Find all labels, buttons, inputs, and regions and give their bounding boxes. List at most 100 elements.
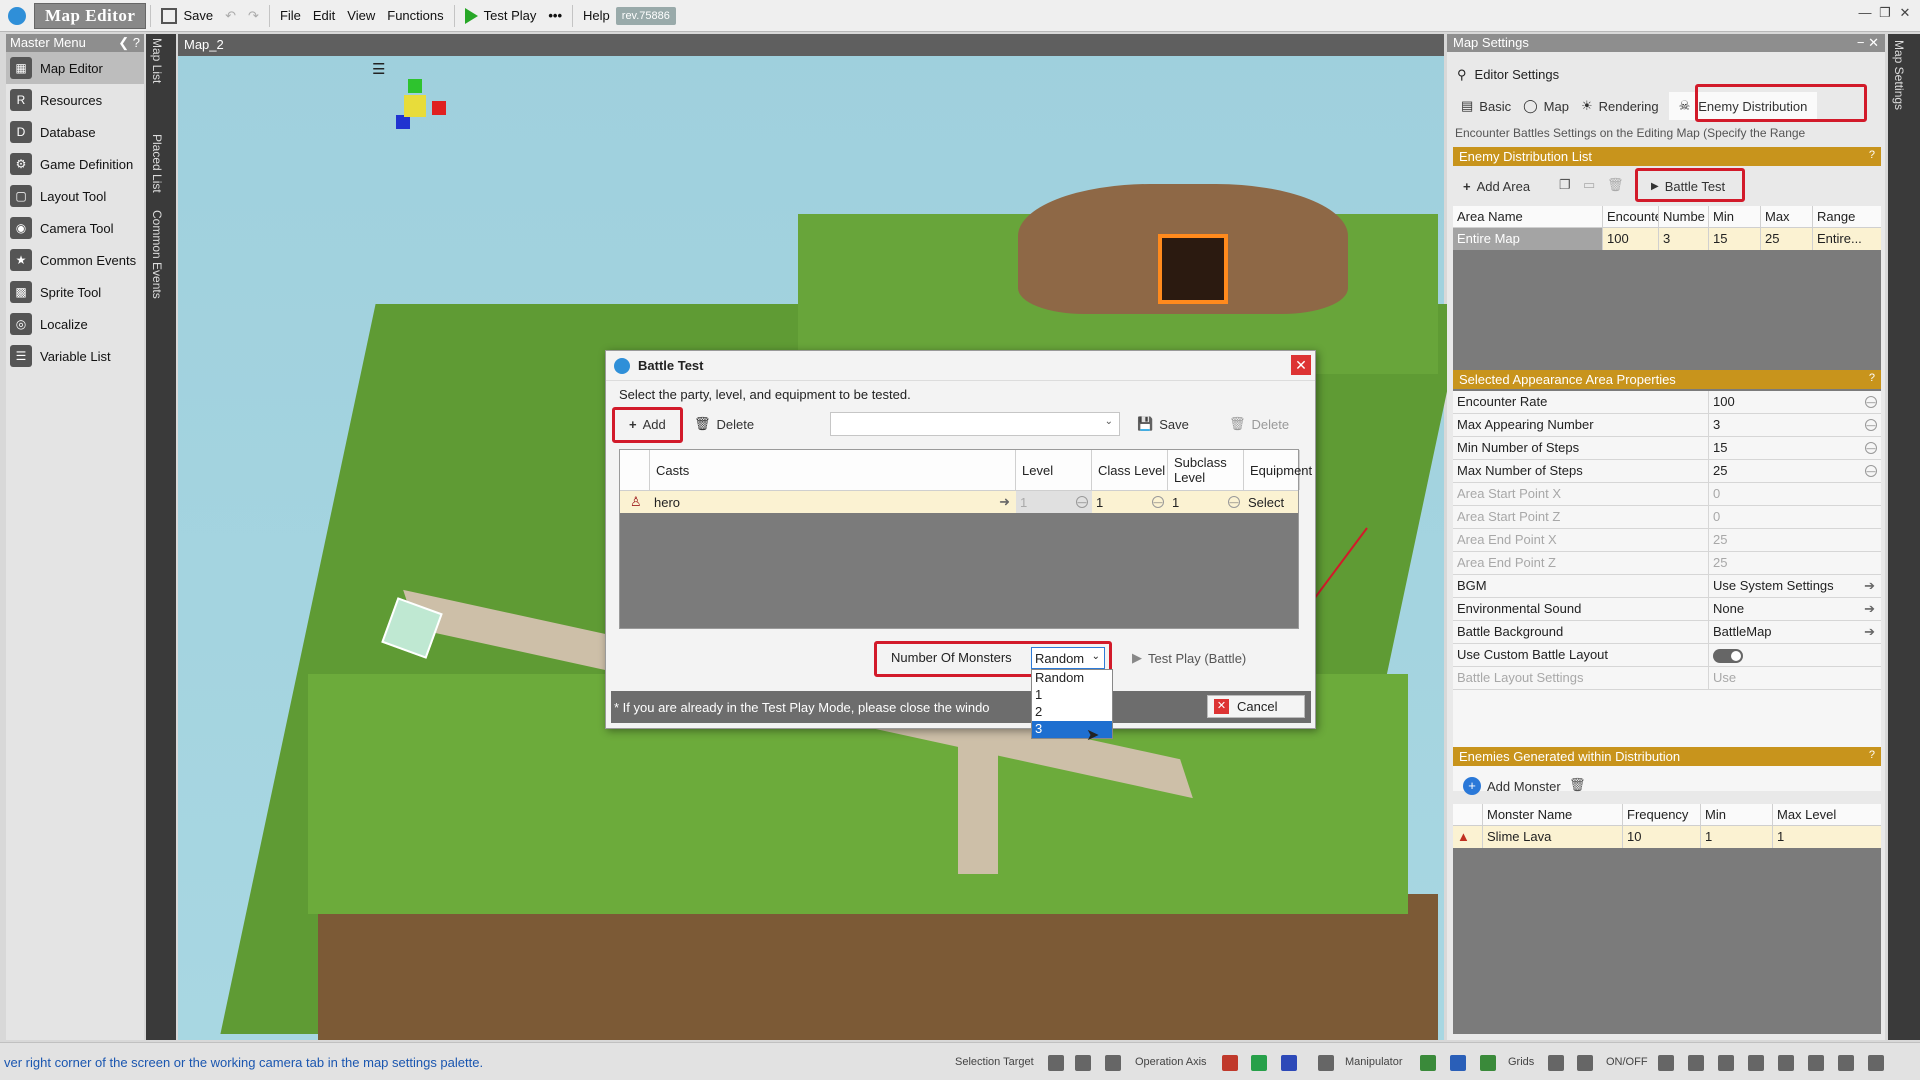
arrow-right-icon[interactable]: ➔	[1864, 601, 1875, 617]
manipulator-icon[interactable]	[1318, 1055, 1334, 1071]
select-tile-icon[interactable]	[1048, 1055, 1064, 1071]
xz-axis-icon[interactable]	[1222, 1055, 1238, 1071]
dialog-close-button[interactable]: ✕	[1291, 355, 1311, 375]
tab-map[interactable]: ◯ Map	[1517, 92, 1575, 120]
stepper-icon[interactable]: —	[1865, 396, 1877, 408]
subclass-level-input[interactable]: 1—	[1168, 491, 1244, 513]
property-row[interactable]: Area End Point X 25	[1453, 529, 1881, 552]
stepper-icon[interactable]: —	[1865, 419, 1877, 431]
property-row[interactable]: Min Number of Steps 15—	[1453, 437, 1881, 460]
add-area-button[interactable]: + Add Area	[1457, 175, 1536, 197]
dialog-logo-icon	[614, 357, 630, 374]
property-value[interactable]: 3—	[1709, 414, 1881, 436]
level-input[interactable]: 1—	[1016, 491, 1092, 513]
cancel-button[interactable]: ✕ Cancel	[1207, 695, 1305, 718]
property-row[interactable]: Environmental Sound None ➔	[1453, 598, 1881, 621]
tab-rendering[interactable]: ☀ Rendering	[1575, 92, 1665, 120]
property-key: Environmental Sound	[1453, 598, 1709, 620]
property-value[interactable]: Use System Settings ➔	[1709, 575, 1881, 597]
settings-description: Encounter Battles Settings on the Editin…	[1455, 126, 1806, 140]
toggle-light-icon[interactable]	[1748, 1055, 1764, 1071]
property-value[interactable]	[1709, 644, 1881, 666]
property-value[interactable]: 0	[1709, 483, 1881, 505]
property-value[interactable]: 0	[1709, 506, 1881, 528]
zy-axis-icon[interactable]	[1281, 1055, 1297, 1071]
equipment-select[interactable]: Select	[1244, 491, 1300, 513]
area-row[interactable]: Entire Map 100 3 15 25 Entire...	[1453, 228, 1881, 250]
property-row[interactable]: Max Appearing Number 3—	[1453, 414, 1881, 437]
area-table: Area Name Encounte Numbe Min Max Range E…	[1453, 206, 1881, 396]
delete-cast-button[interactable]: 🗑 Delete	[688, 413, 760, 435]
property-row[interactable]: Area End Point Z 25	[1453, 552, 1881, 575]
map-icon: ◯	[1523, 98, 1538, 113]
arrow-right-icon[interactable]: ➜	[999, 494, 1010, 510]
property-row[interactable]: Battle Layout Settings Use	[1453, 667, 1881, 690]
stepper-icon[interactable]: —	[1865, 442, 1877, 454]
select-object-icon[interactable]	[1075, 1055, 1091, 1071]
delete-preset-button[interactable]: 🗑 Delete	[1223, 413, 1295, 435]
toggle-layer-icon[interactable]	[1688, 1055, 1704, 1071]
property-key: Battle Background	[1453, 621, 1709, 643]
move-manipulator-icon[interactable]	[1420, 1055, 1436, 1071]
select-event-icon[interactable]	[1105, 1055, 1121, 1071]
play-icon: ▶	[1132, 650, 1142, 665]
toggle-sky-icon[interactable]	[1778, 1055, 1794, 1071]
property-row[interactable]: BGM Use System Settings ➔	[1453, 575, 1881, 598]
property-value[interactable]: None ➔	[1709, 598, 1881, 620]
option-1[interactable]: 1	[1032, 687, 1112, 704]
test-play-battle-button[interactable]: ▶ Test Play (Battle)	[1126, 647, 1252, 669]
property-row[interactable]: Use Custom Battle Layout	[1453, 644, 1881, 667]
save-preset-button[interactable]: 💾 Save	[1131, 413, 1195, 435]
trash-icon[interactable]: 🗑	[1607, 177, 1624, 193]
option-3[interactable]: 3	[1032, 721, 1112, 738]
number-of-monsters-select[interactable]: Random ⌄	[1031, 647, 1105, 669]
toggle-collision-icon[interactable]	[1808, 1055, 1824, 1071]
property-row[interactable]: Encounter Rate 100—	[1453, 391, 1881, 414]
class-level-input[interactable]: 1—	[1092, 491, 1168, 513]
party-preset-select[interactable]: ⌄	[830, 412, 1120, 436]
copy-icon[interactable]: ❐	[1559, 177, 1571, 193]
toggle-grid-icon[interactable]	[1658, 1055, 1674, 1071]
property-value[interactable]: 25—	[1709, 460, 1881, 482]
help-icon[interactable]: ?	[1869, 749, 1875, 761]
yx-axis-icon[interactable]	[1251, 1055, 1267, 1071]
property-value[interactable]: 100—	[1709, 391, 1881, 413]
option-2[interactable]: 2	[1032, 704, 1112, 721]
arrow-right-icon[interactable]: ➔	[1864, 624, 1875, 640]
rotate-manipulator-icon[interactable]	[1450, 1055, 1466, 1071]
property-value[interactable]: 15—	[1709, 437, 1881, 459]
editor-settings-button[interactable]: ⚲ Editor Settings	[1457, 67, 1559, 83]
toggle-misc-icon[interactable]	[1868, 1055, 1884, 1071]
arrow-right-icon[interactable]: ➔	[1864, 578, 1875, 594]
toggle-switch[interactable]	[1713, 649, 1743, 663]
toggle-particle-icon[interactable]	[1838, 1055, 1854, 1071]
property-row[interactable]: Max Number of Steps 25—	[1453, 460, 1881, 483]
property-key: Area End Point X	[1453, 529, 1709, 551]
property-value[interactable]: BattleMap ➔	[1709, 621, 1881, 643]
property-row[interactable]: Battle Background BattleMap ➔	[1453, 621, 1881, 644]
trash-icon[interactable]: 🗑	[1569, 777, 1586, 793]
grid-height-icon[interactable]	[1548, 1055, 1564, 1071]
property-value[interactable]: Use	[1709, 667, 1881, 689]
tab-map-settings[interactable]: Map Settings	[1892, 40, 1906, 110]
monster-row[interactable]: ▲ Slime Lava 10 1 1	[1453, 826, 1881, 848]
toggle-event-icon[interactable]	[1718, 1055, 1734, 1071]
selection-target-label: Selection Target	[955, 1056, 1034, 1068]
add-monster-button[interactable]: + Add Monster	[1457, 774, 1567, 798]
tab-basic[interactable]: ▤ Basic	[1455, 92, 1517, 120]
property-key: Max Number of Steps	[1453, 460, 1709, 482]
save-icon: 💾	[1137, 416, 1154, 431]
grid-icon[interactable]	[1577, 1055, 1593, 1071]
property-value[interactable]: 25	[1709, 529, 1881, 551]
help-icon[interactable]: ?	[1869, 149, 1875, 161]
paste-icon[interactable]: ▭	[1583, 177, 1595, 193]
option-random[interactable]: Random	[1032, 670, 1112, 687]
panel-close-icon[interactable]: − ✕	[1857, 35, 1879, 51]
help-icon[interactable]: ?	[1869, 372, 1875, 384]
property-row[interactable]: Area Start Point X0	[1453, 483, 1881, 506]
scale-manipulator-icon[interactable]	[1480, 1055, 1496, 1071]
stepper-icon[interactable]: —	[1865, 465, 1877, 477]
property-value[interactable]: 25	[1709, 552, 1881, 574]
property-row[interactable]: Area Start Point Z0	[1453, 506, 1881, 529]
property-key: Area End Point Z	[1453, 552, 1709, 574]
